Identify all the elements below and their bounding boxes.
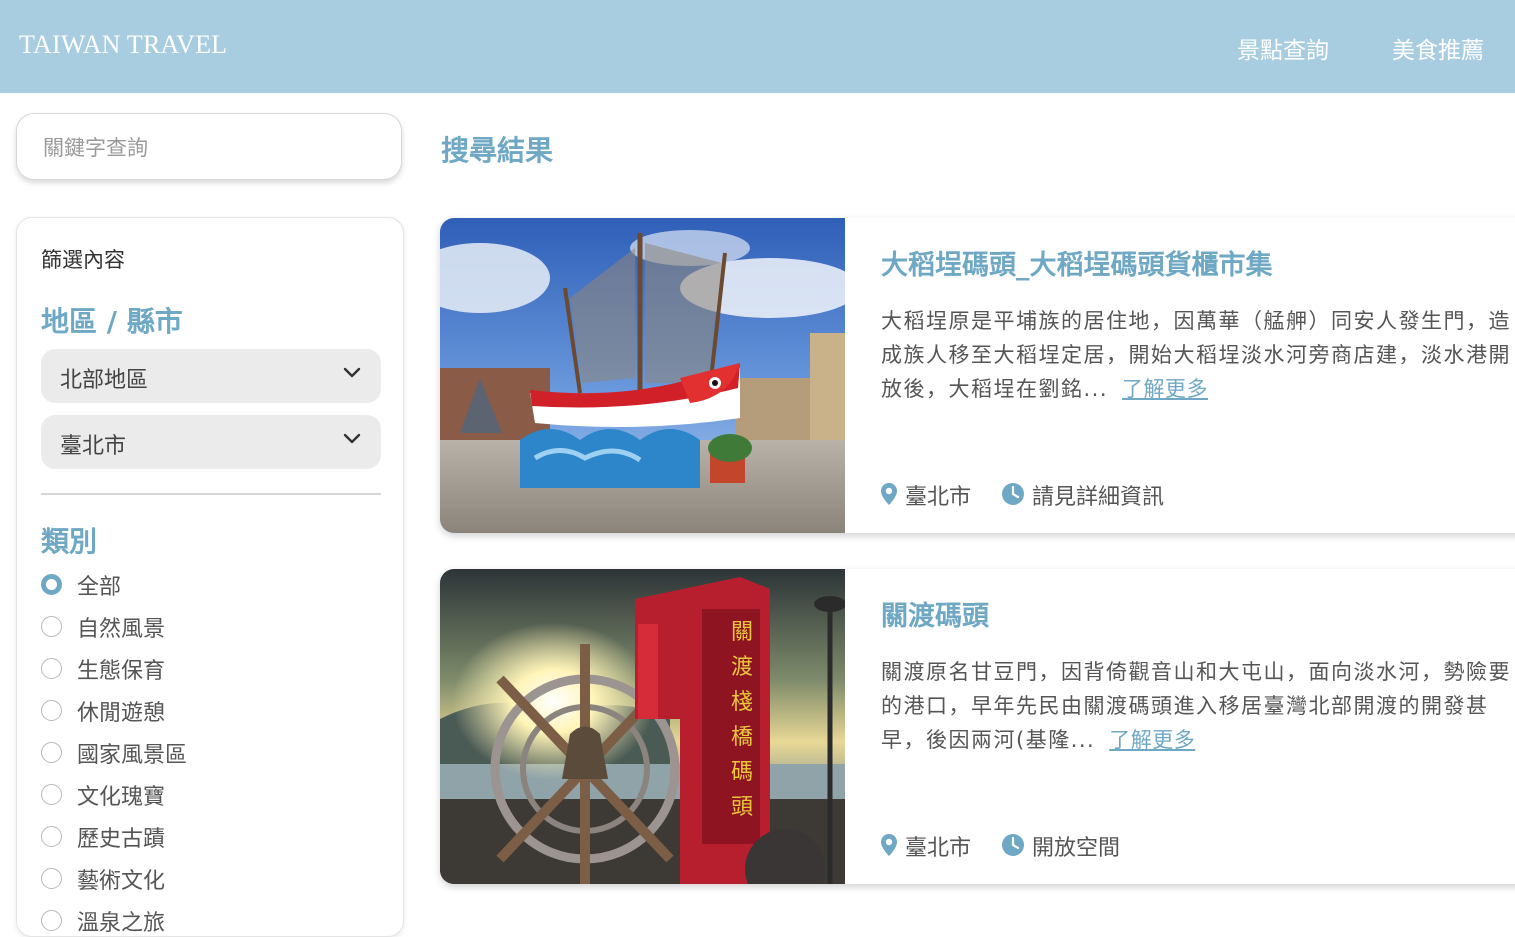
category-label: 文化瑰寶	[77, 785, 166, 810]
card-title[interactable]: 大稻埕碼頭_大稻埕碼頭貨櫃市集	[881, 243, 1273, 282]
chevron-down-icon	[343, 367, 361, 378]
svg-text:渡: 渡	[731, 655, 753, 680]
pier-sign-photo[interactable]: 關 渡 棧 橋 碼 頭	[440, 569, 845, 884]
nav-attractions[interactable]: 景點查詢	[1237, 31, 1329, 65]
radio-button[interactable]	[41, 700, 62, 721]
radio-button-selected[interactable]	[41, 574, 62, 595]
map-pin-icon	[881, 483, 897, 505]
radio-button[interactable]	[41, 742, 62, 763]
clock-icon	[1002, 834, 1024, 856]
clock-icon	[1002, 483, 1024, 505]
category-label: 自然風景	[77, 617, 166, 642]
result-card[interactable]: 關 渡 棧 橋 碼 頭 關渡碼頭 關渡原名甘豆門，因背倚觀音山和大屯山，面向淡水…	[440, 569, 1515, 884]
category-label: 休閒遊憩	[77, 701, 166, 726]
category-label: 溫泉之旅	[77, 911, 166, 936]
region-heading: 地區 / 縣市	[41, 305, 183, 338]
location-text: 臺北市	[905, 836, 972, 861]
category-label: 藝術文化	[77, 869, 166, 894]
results-title: 搜尋結果	[441, 134, 554, 167]
read-more-link[interactable]: 了解更多	[1109, 728, 1195, 752]
region-select[interactable]: 北部地區	[41, 349, 381, 403]
location-text: 臺北市	[905, 485, 972, 510]
nav-food[interactable]: 美食推薦	[1392, 31, 1484, 65]
svg-text:碼: 碼	[731, 760, 753, 785]
map-pin-icon	[881, 834, 897, 856]
category-heading: 類別	[41, 525, 98, 558]
svg-text:棧: 棧	[731, 690, 753, 715]
ship-photo[interactable]	[440, 218, 845, 533]
category-label: 國家風景區	[77, 743, 188, 768]
card-description: 大稻埕原是平埔族的居住地，因萬華（艋舺）同安人發生門，造成族人移至大稻埕定居，開…	[881, 304, 1515, 406]
card-description-text: 關渡原名甘豆門，因背倚觀音山和大屯山，面向淡水河，勢險要的港口，早年先民由關渡碼…	[881, 660, 1511, 752]
city-select[interactable]: 臺北市	[41, 415, 381, 469]
category-label: 歷史古蹟	[77, 827, 166, 852]
category-label: 生態保育	[77, 659, 166, 684]
card-title[interactable]: 關渡碼頭	[881, 594, 989, 633]
hours-text: 開放空間	[1032, 836, 1121, 861]
filter-title: 篩選內容	[41, 248, 125, 272]
filter-panel: 篩選內容 地區 / 縣市 北部地區 臺北市 類別 全部 自然風景 生態保育 休閒…	[16, 217, 404, 937]
radio-button[interactable]	[41, 784, 62, 805]
hours-text: 請見詳細資訊	[1032, 485, 1165, 510]
card-description: 關渡原名甘豆門，因背倚觀音山和大屯山，面向淡水河，勢險要的港口，早年先民由關渡碼…	[881, 655, 1515, 757]
svg-text:關: 關	[731, 620, 753, 645]
search-input[interactable]	[41, 132, 375, 164]
filter-divider	[41, 493, 381, 495]
brand-logo[interactable]: TAIWAN TRAVEL	[19, 30, 227, 60]
radio-button[interactable]	[41, 868, 62, 889]
radio-button[interactable]	[41, 658, 62, 679]
category-label: 全部	[77, 575, 122, 600]
city-select-value: 臺北市	[60, 434, 127, 459]
svg-text:橋: 橋	[731, 725, 753, 750]
region-select-value: 北部地區	[60, 368, 149, 393]
radio-button[interactable]	[41, 826, 62, 847]
top-header: TAIWAN TRAVEL 景點查詢 美食推薦	[0, 0, 1515, 93]
search-box	[16, 113, 402, 180]
read-more-link[interactable]: 了解更多	[1122, 377, 1208, 401]
result-card[interactable]: 大稻埕碼頭_大稻埕碼頭貨櫃市集 大稻埕原是平埔族的居住地，因萬華（艋舺）同安人發…	[440, 218, 1515, 533]
radio-button[interactable]	[41, 616, 62, 637]
svg-text:頭: 頭	[731, 795, 753, 820]
chevron-down-icon	[343, 433, 361, 444]
